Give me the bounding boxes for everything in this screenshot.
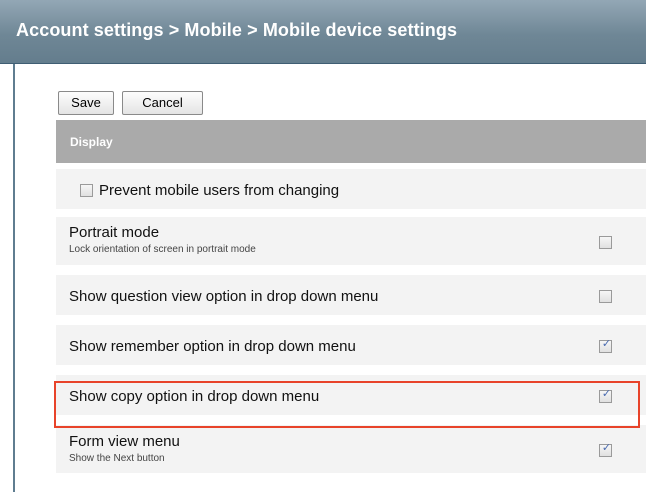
highlight-box <box>54 381 640 428</box>
check-icon <box>81 182 94 195</box>
header-bar: Account settings > Mobile > Mobile devic… <box>0 0 646 64</box>
form-view-menu-description: Show the Next button <box>69 453 165 464</box>
portrait-mode-label: Portrait mode <box>69 224 160 241</box>
remember-option-checkbox[interactable]: ✓ <box>599 338 612 353</box>
setting-row-form-view-menu: Form view menu Show the Next button ✓ <box>56 425 646 475</box>
question-view-label: Show question view option in drop down m… <box>69 288 379 305</box>
setting-row-question-view: Show question view option in drop down m… <box>56 275 646 317</box>
question-view-checkbox[interactable] <box>599 290 612 303</box>
check-icon: ✓ <box>601 338 612 350</box>
form-view-menu-label: Form view menu <box>69 433 180 450</box>
check-icon: ✓ <box>601 442 612 454</box>
portrait-mode-description: Lock orientation of screen in portrait m… <box>69 244 256 255</box>
mobile-device-settings-window: Account settings > Mobile > Mobile devic… <box>0 0 646 492</box>
portrait-mode-checkbox[interactable] <box>599 236 612 249</box>
page-title: Account settings > Mobile > Mobile devic… <box>16 20 458 40</box>
check-icon <box>600 288 613 301</box>
display-section-header: Display <box>56 120 646 163</box>
save-button[interactable]: Save <box>58 91 114 115</box>
prevent-changing-checkbox[interactable] <box>80 184 93 197</box>
section-label: Display <box>70 135 113 149</box>
form-view-menu-checkbox[interactable]: ✓ <box>599 442 612 457</box>
setting-row-remember-option: Show remember option in drop down menu ✓ <box>56 325 646 367</box>
setting-row-prevent-changing: Prevent mobile users from changing <box>56 169 646 211</box>
setting-row-portrait-mode: Portrait mode Lock orientation of screen… <box>56 217 646 267</box>
remember-option-label: Show remember option in drop down menu <box>69 338 356 355</box>
cancel-button[interactable]: Cancel <box>122 91 203 115</box>
prevent-changing-label: Prevent mobile users from changing <box>99 182 340 199</box>
check-icon <box>600 234 613 247</box>
